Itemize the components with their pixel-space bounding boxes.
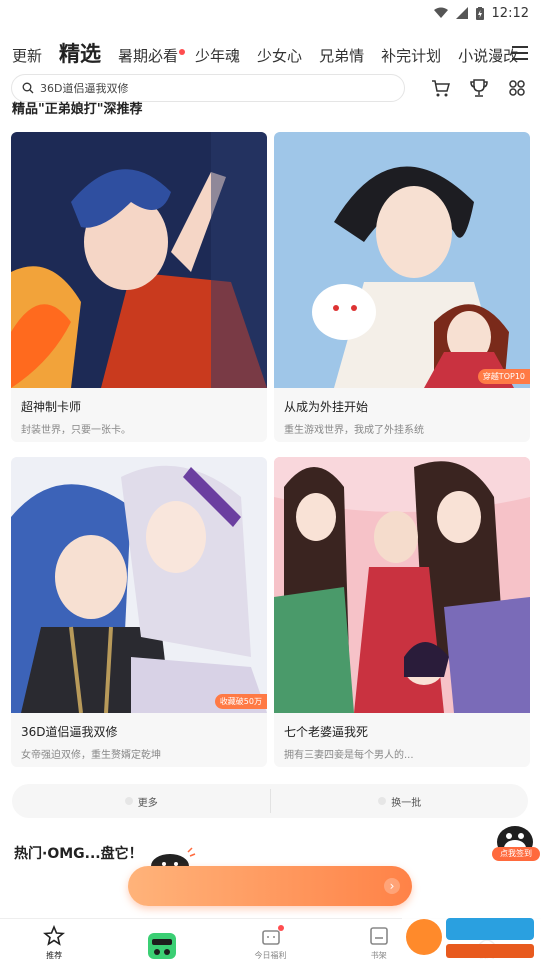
cover-art (11, 457, 267, 713)
chevron-right-icon: › (384, 878, 400, 894)
tab-label: 补完计划 (381, 47, 442, 65)
tab-label: 兄弟情 (319, 47, 365, 65)
trophy-icon[interactable] (467, 77, 491, 99)
category-tabs: 更新 精选 暑期必看 少年魂 少女心 兄弟情 补完计划 小说漫改 (0, 34, 541, 74)
tab-label: 暑期必看 (118, 47, 179, 65)
more-label: 更多 (137, 797, 158, 809)
nav-recommend[interactable]: 推荐 (0, 919, 108, 963)
comic-subtitle: 封装世界，只要一张卡。 (21, 425, 131, 436)
comic-title: 从成为外挂开始 (284, 400, 369, 414)
grid-menu-icon[interactable] (505, 77, 529, 99)
comic-card[interactable]: 收藏破50万 36D道侣逼我双修 女帝强迫双修，重生赘婿定乾坤 (11, 457, 267, 767)
tab-updates[interactable]: 更新 (12, 45, 42, 74)
nav-daily-welfare[interactable]: 今日福利 (216, 919, 324, 963)
nav-label: 今日福利 (254, 951, 287, 960)
status-bar: 12:12 (0, 0, 541, 26)
nav-label: 推荐 (46, 951, 63, 960)
cart-icon[interactable] (429, 77, 453, 99)
tab-brotherhood[interactable]: 兄弟情 (319, 45, 364, 74)
checkin-button[interactable]: 点我签到 (492, 847, 540, 861)
cover-art (274, 457, 530, 713)
tab-featured[interactable]: 精选 (59, 38, 101, 74)
cover-art (274, 132, 530, 388)
comic-title: 七个老婆逼我死 (284, 725, 369, 739)
comic-card[interactable]: 穿越TOP10 从成为外挂开始 重生游戏世界，我成了外挂系统 (274, 132, 530, 442)
new-dot (278, 925, 285, 931)
section-action-bar: 更多 换一批 (12, 784, 528, 818)
comic-title: 超神制卡师 (21, 400, 82, 414)
comic-subtitle: 女帝强迫双修，重生赘婿定乾坤 (21, 750, 161, 761)
swap-label: 换一批 (391, 797, 422, 809)
promo-banner[interactable]: › (128, 866, 412, 906)
comic-card[interactable]: 七个老婆逼我死 拥有三妻四妾是每个男人的... (274, 457, 530, 767)
more-button[interactable]: 更多 (12, 794, 270, 809)
tab-label: 更新 (12, 47, 43, 65)
more-icon (124, 797, 133, 805)
rank-badge: 穿越TOP10 (477, 369, 530, 384)
comic-cover: 收藏破50万 (11, 457, 267, 713)
star-icon (43, 925, 66, 946)
status-time: 12:12 (491, 5, 529, 21)
comic-subtitle: 重生游戏世界，我成了外挂系统 (284, 425, 424, 436)
wifi-icon (433, 7, 448, 18)
cover-art (11, 132, 267, 388)
tab-label: 少年魂 (195, 47, 241, 65)
refresh-icon (378, 797, 387, 805)
tab-complete[interactable]: 补完计划 (381, 45, 441, 74)
comic-subtitle: 拥有三妻四妾是每个男人的... (284, 750, 414, 761)
new-dot (179, 49, 186, 55)
signal-icon (455, 7, 468, 19)
hot-section-title: 热门·OMG...盘它！ (14, 846, 143, 862)
tab-summer[interactable]: 暑期必看 (118, 45, 186, 74)
bookshelf-icon (369, 927, 388, 945)
comic-cover (11, 132, 267, 388)
battery-icon (475, 6, 484, 20)
tab-label: 少女心 (257, 47, 303, 65)
collect-badge: 收藏破50万 (214, 694, 267, 709)
comic-title: 36D道侣逼我双修 (21, 725, 118, 739)
section-title: 精品"正弟娘打"深推荐 (12, 102, 143, 115)
nav-center-logo[interactable] (108, 919, 216, 963)
site-watermark-logo (402, 912, 541, 963)
tab-label: 精选 (59, 42, 102, 66)
tab-shoujo[interactable]: 少女心 (257, 45, 302, 74)
app-logo-icon (148, 933, 177, 959)
swap-button[interactable]: 换一批 (271, 794, 529, 809)
comic-cover: 穿越TOP10 (274, 132, 530, 388)
comic-cover (274, 457, 530, 713)
search-icon (22, 82, 34, 94)
nav-label: 书架 (370, 951, 387, 960)
tab-shonen[interactable]: 少年魂 (195, 45, 240, 74)
search-input[interactable]: 36D道侣逼我双修 (11, 74, 405, 102)
menu-icon[interactable] (509, 42, 531, 62)
comic-card[interactable]: 超神制卡师 封装世界，只要一张卡。 (11, 132, 267, 442)
search-placeholder: 36D道侣逼我双修 (40, 82, 129, 95)
